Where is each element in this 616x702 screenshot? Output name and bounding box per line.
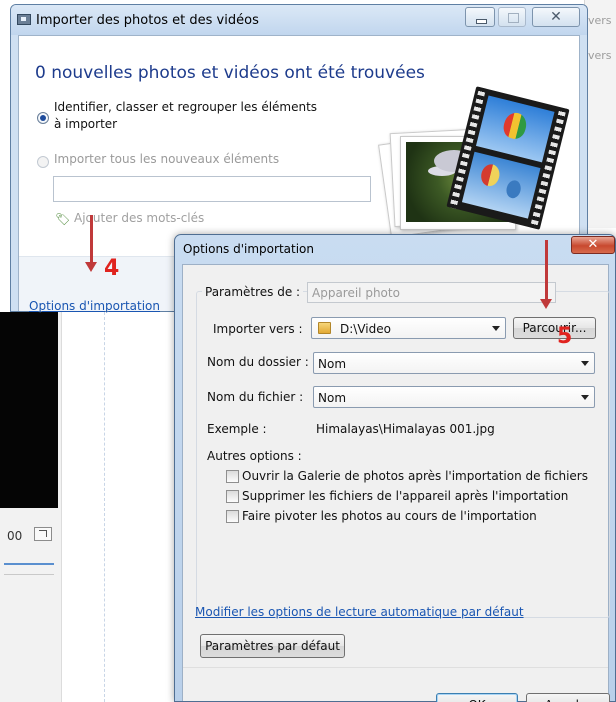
import-to-select[interactable]: D:\Video (311, 317, 506, 339)
chevron-down-icon (492, 326, 500, 331)
tag-icon: 🏷 (55, 212, 71, 226)
dashed-divider (104, 312, 105, 702)
photos-illustration (374, 86, 574, 256)
app-icon (17, 14, 31, 25)
browse-button[interactable]: Parcourir... (513, 317, 596, 339)
radio-identify-label[interactable]: Identifier, classer et regrouper les élé… (54, 99, 324, 133)
window-title: Importer des photos et des vidéos (36, 13, 259, 28)
dialog-title: Options d'importation (183, 242, 314, 256)
import-options-link[interactable]: Options d'importation (29, 299, 160, 313)
close-icon: ✕ (550, 9, 562, 25)
dialog-body: Paramètres de : Appareil photo Importer … (182, 264, 610, 702)
close-button[interactable]: ✕ (532, 7, 580, 27)
close-button[interactable]: ✕ (571, 236, 615, 254)
tag-input[interactable] (53, 176, 371, 202)
background-content (62, 312, 174, 702)
checkbox-rotate-photos-label[interactable]: Faire pivoter les photos au cours de l'i… (242, 509, 537, 523)
chevron-down-icon (581, 361, 589, 366)
radio-import-all (37, 156, 49, 168)
example-value: Himalayas\Himalayas 001.jpg (316, 422, 495, 436)
folder-name-label: Nom du dossier : (207, 355, 309, 369)
background-text: vers la (588, 49, 616, 62)
folder-name-select[interactable]: Nom (313, 352, 595, 374)
import-to-value: D:\Video (340, 322, 391, 336)
radio-import-all-label: Importer tous les nouveaux éléments (54, 152, 280, 166)
other-options-label: Autres options : (207, 449, 302, 463)
page-title: 0 nouvelles photos et vidéos ont été tro… (35, 63, 425, 83)
file-name-select[interactable]: Nom (313, 386, 595, 408)
autoplay-settings-link[interactable]: Modifier les options de lecture automati… (195, 605, 524, 619)
expand-icon[interactable] (34, 527, 52, 541)
file-name-label: Nom du fichier : (207, 390, 304, 404)
checkbox-delete-files[interactable] (226, 490, 239, 503)
annotation-arrow (540, 240, 552, 309)
file-name-value: Nom (318, 391, 347, 405)
background-text: vers la (588, 14, 616, 27)
maximize-button (498, 7, 526, 27)
checkbox-delete-files-label[interactable]: Supprimer les fichiers de l'appareil apr… (242, 489, 568, 503)
divider (4, 574, 54, 575)
add-keywords-link: Ajouter des mots-clés (74, 211, 205, 225)
settings-for-select: Appareil photo (307, 282, 556, 303)
example-label: Exemple : (207, 422, 267, 436)
folder-name-value: Nom (318, 357, 347, 371)
minimize-button[interactable] (465, 7, 495, 27)
title-bar[interactable]: Importer des photos et des vidéos ✕ (11, 5, 587, 35)
ok-button[interactable]: OK (436, 693, 518, 702)
radio-identify[interactable] (37, 112, 49, 124)
checkbox-open-gallery[interactable] (226, 470, 239, 483)
zoom-level: 00 (7, 529, 23, 543)
checkbox-open-gallery-label[interactable]: Ouvrir la Galerie de photos après l'impo… (242, 469, 588, 483)
step-number: 4 (104, 256, 120, 281)
cancel-button[interactable]: Annuler (526, 693, 610, 702)
checkbox-rotate-photos[interactable] (226, 510, 239, 523)
folder-icon (318, 322, 331, 334)
settings-for-label: Paramètres de : (202, 285, 304, 299)
restore-defaults-button[interactable]: Paramètres par défaut (200, 634, 345, 658)
background-window-edge (584, 0, 616, 228)
step-number: 5 (557, 324, 573, 349)
annotation-arrow (85, 215, 97, 272)
video-preview (0, 312, 58, 508)
progress-bar[interactable] (4, 563, 54, 565)
close-icon: ✕ (587, 237, 599, 252)
import-to-label: Importer vers : (213, 322, 303, 336)
chevron-down-icon (581, 395, 589, 400)
